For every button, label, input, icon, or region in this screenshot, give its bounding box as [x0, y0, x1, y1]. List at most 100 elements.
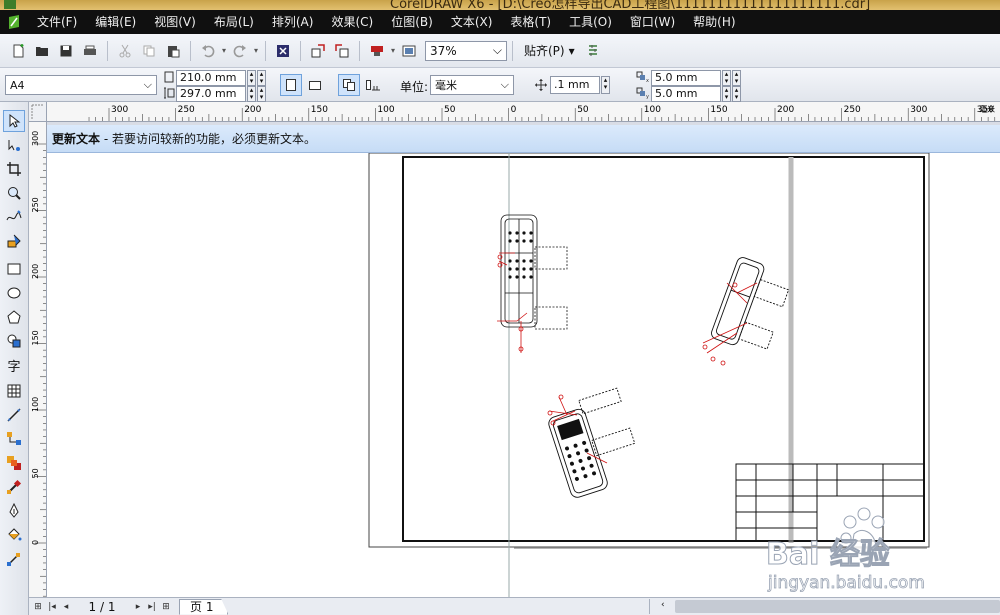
pointer-icon — [9, 113, 21, 128]
undo-dropdown-icon[interactable]: ▾ — [220, 46, 228, 55]
duplicate-x-spinner-alt[interactable]: ▴ ▾ — [732, 70, 741, 86]
crop-tool[interactable] — [3, 158, 25, 180]
blend-tool[interactable] — [3, 452, 25, 474]
smart-fill-tool[interactable] — [3, 230, 25, 252]
duplicate-distance-x-input[interactable]: 5.0 mm — [651, 70, 721, 86]
zoom-tool[interactable] — [3, 182, 25, 204]
menu-edit[interactable]: 编辑(E) — [86, 10, 145, 34]
export-icon[interactable] — [331, 40, 353, 62]
redo-dropdown-icon[interactable]: ▾ — [252, 46, 260, 55]
new-document-icon[interactable] — [7, 40, 29, 62]
page-width-spinner-alt[interactable]: ▴ ▾ — [257, 70, 266, 86]
ruler-label: 100 — [377, 105, 394, 115]
smart-fill-icon — [7, 234, 21, 248]
pen-nib-icon — [9, 503, 19, 518]
portrait-button[interactable] — [280, 74, 302, 96]
text-tool[interactable]: 字 — [3, 354, 25, 376]
units-label: 单位: — [400, 80, 429, 94]
duplicate-y-spinner-alt[interactable]: ▴ ▾ — [732, 86, 741, 102]
duplicate-distance-y-input[interactable]: 5.0 mm — [651, 86, 721, 102]
page-size-select[interactable]: A4 ⌵ — [5, 75, 157, 95]
print-icon[interactable] — [79, 40, 101, 62]
page-height-spinner-alt[interactable]: ▴ ▾ — [257, 86, 266, 102]
menu-window[interactable]: 窗口(W) — [621, 10, 684, 34]
polygon-tool[interactable] — [3, 306, 25, 328]
options-icon[interactable] — [582, 40, 604, 62]
current-page-button[interactable] — [362, 74, 384, 96]
application-launcher-icon[interactable] — [366, 40, 388, 62]
freehand-tool[interactable] — [3, 206, 25, 228]
all-pages-icon — [343, 79, 355, 91]
add-page-before-icon[interactable]: ⊞ — [31, 600, 45, 614]
open-folder-icon[interactable] — [31, 40, 53, 62]
table-tool[interactable] — [3, 380, 25, 402]
add-page-after-icon[interactable]: ⊞ — [159, 600, 173, 614]
search-content-icon[interactable] — [272, 40, 294, 62]
rectangle-tool[interactable] — [3, 258, 25, 280]
outline-tool[interactable] — [3, 500, 25, 522]
page-tab-1[interactable]: 页 1 — [179, 598, 229, 615]
last-page-icon[interactable]: ▸| — [145, 600, 159, 614]
duplicate-y-spinner[interactable]: ▴ ▾ — [722, 86, 731, 102]
menu-bitmaps[interactable]: 位图(B) — [382, 10, 442, 34]
eyedropper-tool[interactable] — [3, 476, 25, 498]
page-size-value: A4 — [10, 78, 25, 92]
connector-tool[interactable] — [3, 428, 25, 450]
previous-page-icon[interactable]: ◂ — [59, 600, 73, 614]
launcher-dropdown-icon[interactable]: ▾ — [389, 46, 397, 55]
zoom-level-select[interactable]: 37% ⌵ — [425, 40, 507, 61]
all-pages-button[interactable] — [338, 74, 360, 96]
vertical-ruler[interactable]: 300 250 200 150 100 50 0 — [29, 122, 47, 597]
menu-file[interactable]: 文件(F) — [28, 10, 86, 34]
ruler-label: 200 — [31, 264, 40, 279]
ruler-origin[interactable] — [29, 102, 47, 122]
menu-view[interactable]: 视图(V) — [145, 10, 205, 34]
landscape-button[interactable] — [304, 74, 326, 96]
welcome-screen-icon[interactable] — [398, 40, 420, 62]
copy-icon[interactable] — [138, 40, 160, 62]
page-height-input[interactable]: 297.0 mm — [176, 86, 246, 102]
menu-effects[interactable]: 效果(C) — [322, 10, 382, 34]
next-page-icon[interactable]: ▸ — [131, 600, 145, 614]
units-select[interactable]: 毫米 ⌵ — [430, 75, 514, 95]
save-icon[interactable] — [55, 40, 77, 62]
dimension-icon — [7, 408, 21, 422]
page-width-input[interactable]: 210.0 mm — [176, 70, 246, 86]
menu-text[interactable]: 文本(X) — [442, 10, 502, 34]
horizontal-ruler[interactable]: 300 250 200 150 100 50 0 50 100 150 200 250 300 350 毫米 — [29, 102, 1000, 122]
ruler-label: 0 — [511, 105, 517, 115]
nudge-distance-input[interactable]: .1 mm — [550, 76, 600, 94]
redo-icon[interactable] — [229, 40, 251, 62]
menu-layout[interactable]: 布局(L) — [205, 10, 263, 34]
ruler-label: 150 — [710, 105, 727, 115]
snap-to-label: 贴齐(P) — [524, 44, 565, 58]
ellipse-tool[interactable] — [3, 282, 25, 304]
shape-tool[interactable] — [3, 134, 25, 156]
menu-help[interactable]: 帮助(H) — [684, 10, 744, 34]
basic-shapes-tool[interactable] — [3, 330, 25, 352]
import-icon[interactable] — [307, 40, 329, 62]
pick-tool[interactable] — [3, 110, 25, 132]
cut-icon[interactable] — [114, 40, 136, 62]
snap-to-button[interactable]: 贴齐(P) ▾ — [518, 42, 581, 59]
paste-icon[interactable] — [162, 40, 184, 62]
update-text-notification[interactable]: 更新文本 - 若要访问较新的功能，必须更新文本。 — [47, 125, 1000, 153]
nudge-distance-spinner[interactable]: ▴ ▾ — [601, 76, 610, 94]
menu-tools[interactable]: 工具(O) — [560, 10, 621, 34]
fill-tool[interactable] — [3, 524, 25, 546]
ruler-label: 50 — [577, 105, 589, 115]
duplicate-x-spinner[interactable]: ▴ ▾ — [722, 70, 731, 86]
menu-table[interactable]: 表格(T) — [501, 10, 560, 34]
ruler-label: 200 — [244, 105, 261, 115]
horizontal-scrollbar[interactable]: ‹ — [659, 600, 1000, 613]
first-page-icon[interactable]: |◂ — [45, 600, 59, 614]
menu-arrange[interactable]: 排列(A) — [263, 10, 323, 34]
dimension-tool[interactable] — [3, 404, 25, 426]
undo-icon[interactable] — [197, 40, 219, 62]
coreldraw-logo-icon[interactable] — [0, 10, 28, 34]
page-height-spinner[interactable]: ▴ ▾ — [247, 86, 256, 102]
page-width-spinner[interactable]: ▴ ▾ — [247, 70, 256, 86]
scrollbar-thumb[interactable] — [675, 600, 1000, 613]
interactive-fill-tool[interactable] — [3, 548, 25, 570]
scroll-left-icon[interactable]: ‹ — [661, 600, 665, 610]
